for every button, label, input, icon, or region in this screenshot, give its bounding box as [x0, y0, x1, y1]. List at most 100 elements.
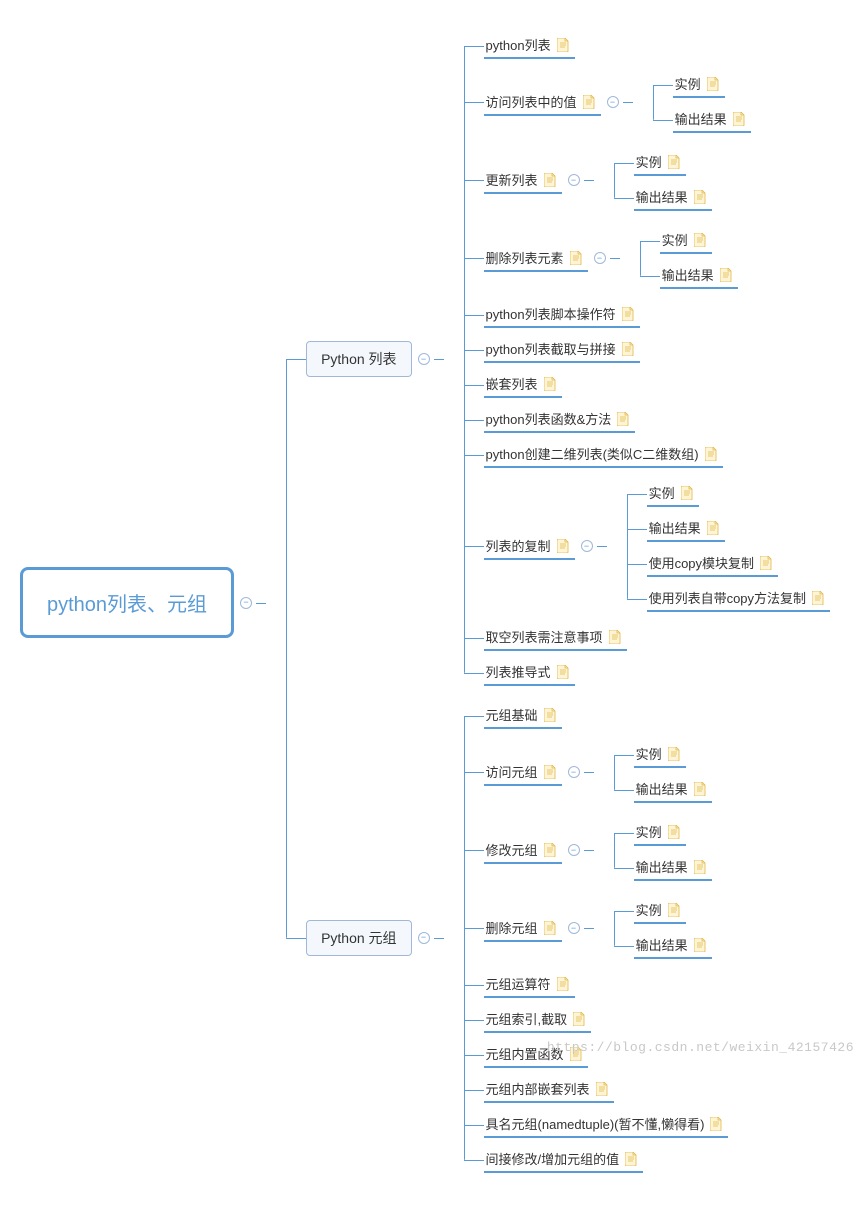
mindmap-node[interactable]: python列表截取与拼接 [484, 336, 640, 363]
mindmap-node[interactable]: 实例 [634, 149, 686, 176]
collapse-icon[interactable]: − [581, 540, 593, 552]
mindmap-node[interactable]: python列表 [484, 32, 575, 59]
node-label: 输出结果 [636, 857, 688, 876]
node-label: 取空列表需注意事项 [486, 627, 603, 646]
note-icon [694, 782, 706, 796]
node-label: 实例 [636, 900, 662, 919]
node-label: 元组运算符 [486, 974, 551, 993]
node-label: 输出结果 [636, 187, 688, 206]
watermark: https://blog.csdn.net/weixin_42157426 [547, 1040, 854, 1055]
mindmap-node[interactable]: 实例 [673, 71, 725, 98]
node-label: 使用列表自带copy方法复制 [649, 588, 806, 607]
mindmap-node[interactable]: 输出结果 [673, 106, 751, 133]
mindmap-node[interactable]: 使用copy模块复制 [647, 550, 778, 577]
node-label: 元组索引,截取 [486, 1009, 568, 1028]
note-icon [733, 112, 745, 126]
note-icon [573, 1012, 585, 1026]
node-label: 输出结果 [636, 935, 688, 954]
note-icon [544, 765, 556, 779]
note-icon [544, 921, 556, 935]
node-label: 实例 [675, 74, 701, 93]
note-icon [609, 630, 621, 644]
collapse-icon[interactable]: − [418, 932, 430, 944]
node-label: 输出结果 [649, 518, 701, 537]
note-icon [570, 251, 582, 265]
mindmap-node[interactable]: 元组内部嵌套列表 [484, 1076, 614, 1103]
mindmap-node[interactable]: 输出结果 [634, 184, 712, 211]
mindmap-node[interactable]: 使用列表自带copy方法复制 [647, 585, 830, 612]
mindmap-node[interactable]: 实例 [647, 480, 699, 507]
collapse-icon[interactable]: − [568, 844, 580, 856]
node-label: 实例 [636, 744, 662, 763]
note-icon [707, 77, 719, 91]
mindmap-node[interactable]: 元组基础 [484, 702, 562, 729]
mindmap-node[interactable]: 更新列表 [484, 167, 562, 194]
node-label: 元组基础 [486, 705, 538, 724]
node-label: 实例 [636, 152, 662, 171]
mindmap-node[interactable]: 输出结果 [660, 262, 738, 289]
note-icon [544, 173, 556, 187]
node-label: 具名元组(namedtuple)(暂不懂,懒得看) [486, 1114, 705, 1133]
node-label: 实例 [649, 483, 675, 502]
node-label: 输出结果 [662, 265, 714, 284]
note-icon [694, 860, 706, 874]
node-label: 列表的复制 [486, 536, 551, 555]
mindmap-node[interactable]: 元组索引,截取 [484, 1006, 592, 1033]
node-label: 输出结果 [636, 779, 688, 798]
note-icon [625, 1152, 637, 1166]
note-icon [760, 556, 772, 570]
mindmap-node[interactable]: 嵌套列表 [484, 371, 562, 398]
note-icon [544, 843, 556, 857]
mindmap-node[interactable]: 间接修改/增加元组的值 [484, 1146, 644, 1173]
note-icon [705, 447, 717, 461]
mindmap-node[interactable]: python列表函数&方法 [484, 406, 636, 433]
mindmap-node[interactable]: 元组运算符 [484, 971, 575, 998]
root-node[interactable]: python列表、元组 [20, 567, 234, 638]
note-icon [622, 342, 634, 356]
mindmap-node[interactable]: 实例 [660, 227, 712, 254]
branch-node[interactable]: Python 元组 [306, 920, 411, 956]
mindmap-node[interactable]: 输出结果 [634, 932, 712, 959]
mindmap-node[interactable]: 修改元组 [484, 837, 562, 864]
mindmap-node[interactable]: 实例 [634, 897, 686, 924]
note-icon [557, 665, 569, 679]
mindmap-node[interactable]: 输出结果 [647, 515, 725, 542]
mindmap-node[interactable]: 列表推导式 [484, 659, 575, 686]
node-label: 访问列表中的值 [486, 92, 577, 111]
branch-node[interactable]: Python 列表 [306, 341, 411, 377]
collapse-icon[interactable]: − [418, 353, 430, 365]
node-label: 输出结果 [675, 109, 727, 128]
note-icon [622, 307, 634, 321]
mindmap-node[interactable]: 实例 [634, 819, 686, 846]
collapse-icon[interactable]: − [568, 922, 580, 934]
node-label: 间接修改/增加元组的值 [486, 1149, 620, 1168]
mindmap-node[interactable]: 取空列表需注意事项 [484, 624, 627, 651]
mindmap-node[interactable]: 访问元组 [484, 759, 562, 786]
mindmap-node[interactable]: 访问列表中的值 [484, 89, 601, 116]
note-icon [668, 903, 680, 917]
mindmap-node[interactable]: 列表的复制 [484, 533, 575, 560]
node-label: python列表 [486, 35, 551, 54]
note-icon [544, 708, 556, 722]
note-icon [668, 747, 680, 761]
collapse-icon[interactable]: − [607, 96, 619, 108]
note-icon [544, 377, 556, 391]
mindmap-node[interactable]: python创建二维列表(类似C二维数组) [484, 441, 723, 468]
node-label: 实例 [636, 822, 662, 841]
note-icon [557, 977, 569, 991]
collapse-icon[interactable]: − [240, 597, 252, 609]
mindmap-node[interactable]: 输出结果 [634, 854, 712, 881]
mindmap-node[interactable]: 删除元组 [484, 915, 562, 942]
note-icon [557, 38, 569, 52]
collapse-icon[interactable]: − [568, 766, 580, 778]
note-icon [668, 155, 680, 169]
mindmap-node[interactable]: 删除列表元素 [484, 245, 588, 272]
note-icon [668, 825, 680, 839]
collapse-icon[interactable]: − [568, 174, 580, 186]
mindmap-node[interactable]: python列表脚本操作符 [484, 301, 640, 328]
collapse-icon[interactable]: − [594, 252, 606, 264]
mindmap-node[interactable]: 输出结果 [634, 776, 712, 803]
mindmap-node[interactable]: 实例 [634, 741, 686, 768]
node-label: 嵌套列表 [486, 374, 538, 393]
mindmap-node[interactable]: 具名元组(namedtuple)(暂不懂,懒得看) [484, 1111, 729, 1138]
